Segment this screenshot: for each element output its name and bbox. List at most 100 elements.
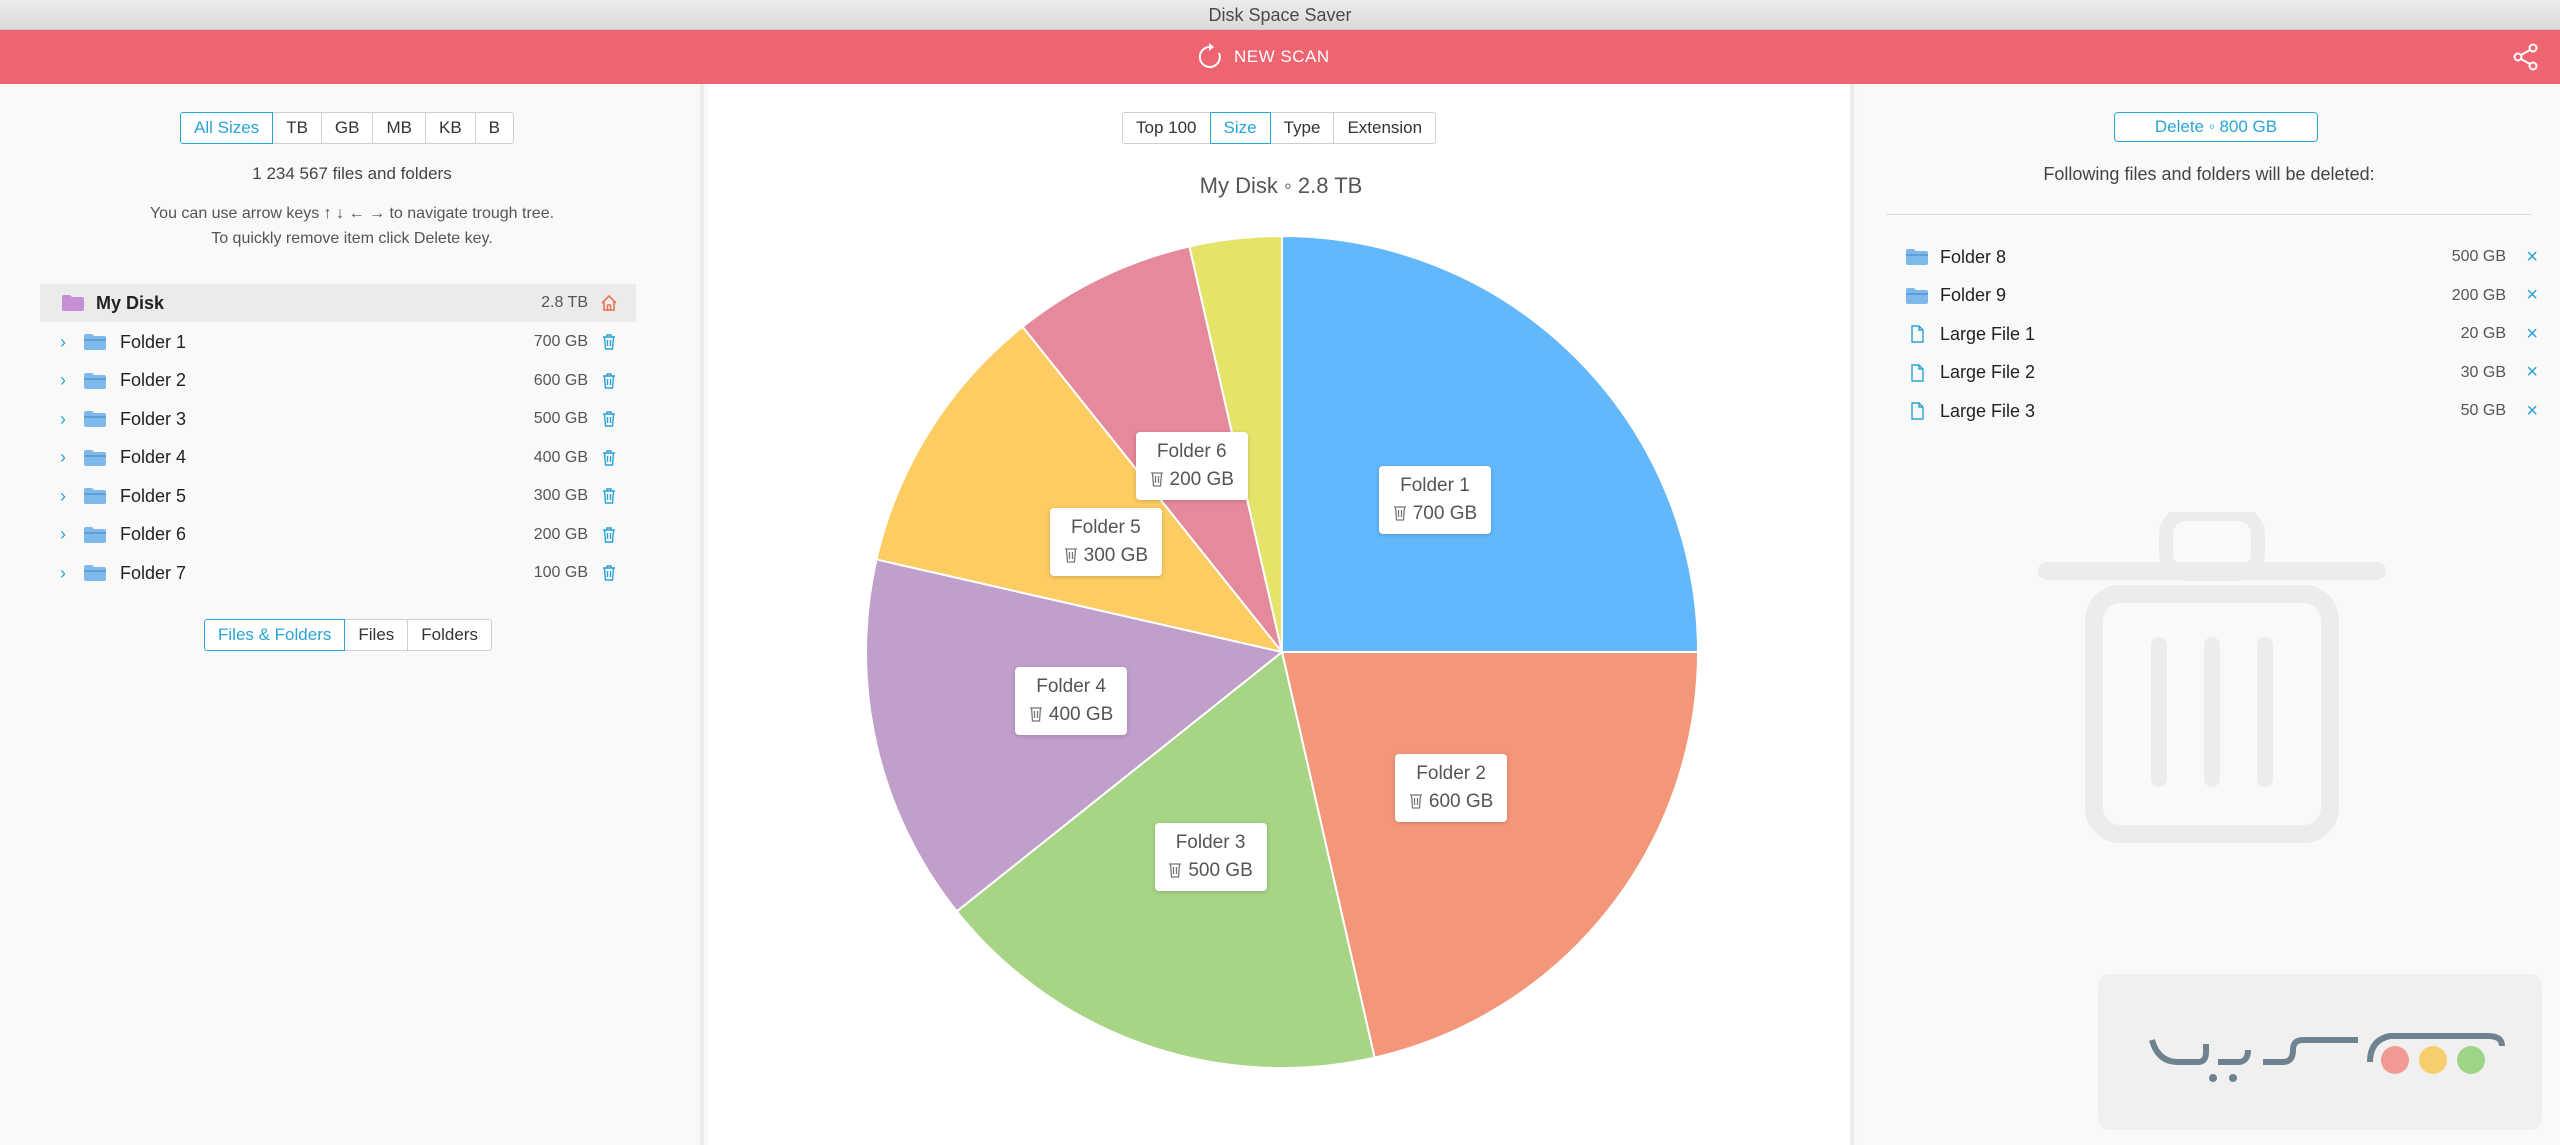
trash-icon[interactable] [600,333,618,351]
delete-list-item: Large File 2 30 GB × [1906,354,2546,393]
pie-slice-label[interactable]: Folder 6 200 GB [1135,431,1248,500]
divider [1886,214,2532,215]
chevron-right-icon[interactable]: › [60,563,74,584]
tree-row[interactable]: › Folder 6 200 GB [40,516,636,555]
file-icon [1911,402,1924,420]
left-panel: All Sizes TB GB MB KB B 1 234 567 files … [0,84,704,1145]
pie-slice[interactable] [1281,234,1700,653]
remove-icon[interactable]: × [2526,246,2538,269]
trash-icon[interactable] [600,487,618,505]
trash-icon[interactable] [600,449,618,467]
folder-icon [84,372,106,389]
tree-row-name: Folder 6 [120,524,187,545]
tree-row[interactable]: › Folder 2 600 GB [40,362,636,401]
pie-slice-label[interactable]: Folder 5 300 GB [1049,508,1162,577]
tab-size[interactable]: Size [1209,112,1271,144]
chevron-right-icon[interactable]: › [60,370,74,391]
chevron-right-icon[interactable]: › [60,447,74,468]
tree-row-name: Folder 7 [120,562,187,583]
chevron-right-icon[interactable]: › [60,409,74,430]
slice-value: 600 GB [1428,790,1494,812]
tree-row-size: 100 GB [533,564,588,582]
tree-row[interactable]: › Folder 1 700 GB [40,323,636,362]
size-filter-tb[interactable]: TB [272,112,322,144]
tree-root[interactable]: My Disk 2.8 TB [40,284,636,322]
type-filter-files[interactable]: Files [344,619,409,651]
delete-item-size: 200 GB [2451,286,2506,304]
delete-item-name: Folder 9 [1940,285,2007,306]
slice-name: Folder 1 [1400,475,1470,497]
home-icon[interactable] [600,294,618,312]
folder-icon [84,334,106,351]
tree-row[interactable]: › Folder 7 100 GB [40,554,636,593]
slice-value: 400 GB [1048,704,1114,726]
tree-row[interactable]: › Folder 4 400 GB [40,439,636,478]
delete-list-item: Folder 8 500 GB × [1906,238,2546,277]
trash-icon[interactable] [600,410,618,428]
remove-icon[interactable]: × [2526,284,2538,307]
delete-note: Following files and folders will be dele… [2043,164,2375,184]
folder-icon [84,488,106,505]
delete-item-size: 20 GB [2460,325,2506,343]
trash-icon [1393,506,1406,521]
tree-row-size: 400 GB [533,448,588,466]
size-filter-kb[interactable]: KB [424,112,476,144]
remove-icon[interactable]: × [2526,323,2538,346]
slice-value: 300 GB [1083,545,1149,567]
size-filter-mb[interactable]: MB [372,112,426,144]
tree-row[interactable]: › Folder 5 300 GB [40,477,636,516]
delete-item-name: Large File 2 [1940,362,2036,383]
tree-row-name: Folder 1 [120,331,187,352]
delete-list-item: Large File 3 50 GB × [1906,392,2546,431]
delete-list-item: Large File 1 20 GB × [1906,315,2546,354]
delete-button[interactable]: Delete ◦ 800 GB [2114,112,2318,142]
trash-icon[interactable] [600,526,618,544]
type-filter: Files & Folders Files Folders [204,619,492,651]
size-filter-b[interactable]: B [474,112,515,144]
folder-icon [84,526,106,543]
trash-icon [1150,471,1163,487]
chevron-right-icon[interactable]: › [60,486,74,507]
chevron-right-icon[interactable]: › [60,524,74,545]
slice-name: Folder 6 [1156,440,1227,462]
pie-slice-label[interactable]: Folder 4 400 GB [1015,667,1128,736]
size-filter-gb[interactable]: GB [320,112,374,144]
trash-icon [2038,512,2386,843]
pie-slice-label[interactable]: Folder 3 500 GB [1154,823,1267,892]
tree-row-name: Folder 2 [120,370,187,391]
delete-item-name: Folder 8 [1940,246,2007,267]
tree-row-size: 600 GB [533,371,588,389]
tree-row-name: Folder 5 [120,485,187,506]
folder-icon [84,449,106,466]
remove-icon[interactable]: × [2526,400,2538,423]
pie-slice-label[interactable]: Folder 1 700 GB [1378,466,1491,535]
pie-slice-label[interactable]: Folder 2 600 GB [1395,753,1508,822]
delete-item-size: 500 GB [2451,248,2506,266]
share-icon[interactable] [2512,43,2540,71]
slice-value: 500 GB [1188,860,1253,882]
folder-tree: My Disk 2.8 TB › Folder 1 700 GB › Folder 2 6… [40,284,636,593]
size-filter-all[interactable]: All Sizes [180,112,274,144]
delete-panel: Delete ◦ 800 GB Following files and fold… [1858,84,2560,1145]
slice-value: 200 GB [1169,468,1234,490]
trash-icon[interactable] [600,372,618,390]
type-filter-folders[interactable]: Folders [407,619,492,651]
tree-row-size: 500 GB [533,410,588,428]
watermark [2098,974,2542,1130]
file-icon [1911,364,1924,382]
tree-row-size: 300 GB [533,487,588,505]
slice-name: Folder 3 [1175,832,1246,854]
folder-icon [62,295,84,311]
window-titlebar: Disk Space Saver [0,0,2560,30]
delete-list: Folder 8 500 GB × Folder 9 200 GB × Large File… [1906,238,2546,431]
trash-icon[interactable] [600,564,618,582]
tree-row[interactable]: › Folder 3 500 GB [40,400,636,439]
size-filter: All Sizes TB GB MB KB B [180,112,515,144]
remove-icon[interactable]: × [2526,361,2538,384]
type-filter-files-folders[interactable]: Files & Folders [204,619,346,651]
new-scan-button[interactable]: NEW SCAN [1196,41,1330,73]
chevron-right-icon[interactable]: › [60,332,74,353]
slice-name: Folder 4 [1036,676,1106,698]
tree-root-name: My Disk [96,292,165,313]
hint-line-1: You can use arrow keys ↑ ↓ ← → to naviga… [149,205,555,222]
